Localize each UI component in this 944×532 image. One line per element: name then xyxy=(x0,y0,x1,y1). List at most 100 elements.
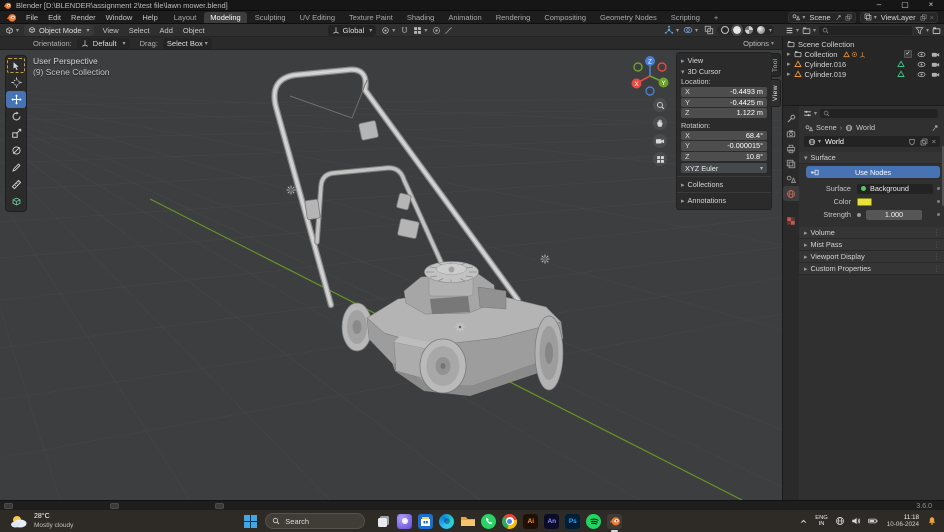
new-viewlayer-icon[interactable] xyxy=(920,14,927,21)
show-gizmo-icon[interactable] xyxy=(664,25,674,35)
pin-id-icon[interactable] xyxy=(931,124,939,132)
workspace-tab-sculpting[interactable]: Sculpting xyxy=(249,12,292,23)
render-visibility-icon[interactable] xyxy=(931,50,940,59)
sidebar-tab-tool[interactable]: Tool xyxy=(771,53,781,77)
strength-slider[interactable]: 1.000 xyxy=(866,209,922,220)
animate-dot-icon[interactable] xyxy=(937,187,940,190)
color-swatch[interactable] xyxy=(857,197,872,206)
pan-view-icon[interactable] xyxy=(653,116,667,130)
network-icon[interactable] xyxy=(835,516,845,526)
viewport-display-panel-header[interactable]: ▸ Viewport Display ⋮ xyxy=(799,251,944,263)
exclude-checkbox[interactable]: ✓ xyxy=(904,50,912,58)
menu-view[interactable]: View xyxy=(98,26,124,35)
annotate-tool[interactable] xyxy=(6,159,26,176)
hide-eye-icon[interactable] xyxy=(917,60,926,69)
proportional-editing-icon[interactable] xyxy=(432,26,441,35)
close-button[interactable]: × xyxy=(918,0,944,11)
viewlayer-selector[interactable]: ▾ ViewLayer × xyxy=(859,11,938,23)
outliner-display-mode-icon[interactable] xyxy=(802,26,811,35)
animate-dot-icon[interactable] xyxy=(937,200,940,203)
fake-user-shield-icon[interactable] xyxy=(908,138,916,146)
tab-render[interactable] xyxy=(783,126,799,141)
tab-tool[interactable] xyxy=(783,111,799,126)
cursor-location-z[interactable]: Z 1.122 m xyxy=(681,108,767,118)
start-button[interactable] xyxy=(244,514,258,528)
sidebar-tab-view[interactable]: View xyxy=(771,79,781,107)
cursor-location-x[interactable]: X -0.4493 m xyxy=(681,87,767,97)
surface-panel-header[interactable]: ▾ Surface xyxy=(799,152,944,164)
hide-eye-icon[interactable] xyxy=(917,70,926,79)
editor-type-icon[interactable] xyxy=(5,26,14,35)
workspace-tab-rendering[interactable]: Rendering xyxy=(490,12,537,23)
rotate-tool[interactable] xyxy=(6,108,26,125)
workspace-tab-animation[interactable]: Animation xyxy=(442,12,487,23)
rotation-mode-dropdown[interactable]: XYZ Euler ▾ xyxy=(681,163,767,173)
photoshop-icon[interactable]: Ps xyxy=(565,513,581,529)
options-dropdown[interactable]: Options ▾ xyxy=(743,39,774,48)
cursor-tool[interactable] xyxy=(6,74,26,91)
minimize-button[interactable]: – xyxy=(866,0,892,11)
cursor-rotation-x[interactable]: X 68.4° xyxy=(681,130,767,140)
workspace-tab-geometry-nodes[interactable]: Geometry Nodes xyxy=(594,12,663,23)
whatsapp-icon[interactable] xyxy=(481,513,497,529)
snap-magnet-icon[interactable] xyxy=(400,26,409,35)
menu-edit[interactable]: Edit xyxy=(43,13,66,22)
workspace-tab-compositing[interactable]: Compositing xyxy=(538,12,592,23)
expand-icon[interactable]: ▸ xyxy=(787,60,791,68)
show-overlays-icon[interactable] xyxy=(683,25,693,35)
menu-render[interactable]: Render xyxy=(66,13,101,22)
npanel-collections-section[interactable]: ▸ Collections xyxy=(681,179,767,190)
mist-pass-panel-header[interactable]: ▸ Mist Pass ⋮ xyxy=(799,239,944,251)
add-workspace-button[interactable]: + xyxy=(708,12,724,23)
falloff-curve-icon[interactable] xyxy=(444,26,453,35)
tray-expand-icon[interactable] xyxy=(799,517,808,526)
tab-texture[interactable] xyxy=(783,213,799,228)
npanel-3d-cursor-section[interactable]: ▾ 3D Cursor xyxy=(681,66,767,77)
npanel-annotations-section[interactable]: ▸ Annotations xyxy=(681,195,767,206)
orientation-dropdown[interactable]: Default ▾ xyxy=(76,37,130,49)
outliner-row-collection[interactable]: ▸ Collection ✓ xyxy=(783,49,944,59)
menu-window[interactable]: Window xyxy=(101,13,138,22)
tab-view-layer[interactable] xyxy=(783,156,799,171)
workspace-tab-uv-editing[interactable]: UV Editing xyxy=(294,12,341,23)
spotify-icon[interactable] xyxy=(586,513,602,529)
menu-file[interactable]: File xyxy=(21,13,43,22)
breadcrumb-scene[interactable]: Scene xyxy=(816,123,837,132)
workspace-tab-texture-paint[interactable]: Texture Paint xyxy=(343,12,399,23)
render-visibility-icon[interactable] xyxy=(931,60,940,69)
surface-shader-dropdown[interactable]: Background xyxy=(857,183,933,194)
volume-icon[interactable] xyxy=(851,516,861,526)
outliner-row-cylinder-016[interactable]: ▸ Cylinder.016 xyxy=(783,59,944,69)
volume-panel-header[interactable]: ▸ Volume ⋮ xyxy=(799,227,944,239)
breadcrumb-world[interactable]: World xyxy=(856,123,875,132)
illustrator-icon[interactable]: Ai xyxy=(523,513,539,529)
menu-add[interactable]: Add xyxy=(155,26,178,35)
cursor-location-y[interactable]: Y -0.4425 m xyxy=(681,97,767,107)
microsoft-store-icon[interactable] xyxy=(418,513,434,529)
outliner-row-scene-collection[interactable]: Scene Collection xyxy=(783,39,944,49)
transform-tool[interactable] xyxy=(6,142,26,159)
language-indicator[interactable]: ENG IN xyxy=(815,515,828,527)
render-visibility-icon[interactable] xyxy=(931,70,940,79)
animate-dot-icon[interactable] xyxy=(937,213,940,216)
transform-orientation-dropdown[interactable]: Global ▾ xyxy=(327,24,377,36)
file-explorer-icon[interactable] xyxy=(460,514,475,529)
new-scene-icon[interactable] xyxy=(845,14,852,21)
clock[interactable]: 11:18 10-06-2024 xyxy=(887,514,919,528)
pin-icon[interactable] xyxy=(835,14,842,21)
shading-solid-icon[interactable] xyxy=(730,24,743,36)
drag-dropdown[interactable]: Select Box ▾ xyxy=(162,37,212,49)
workspace-tab-layout[interactable]: Layout xyxy=(168,12,203,23)
outliner-filter-icon[interactable] xyxy=(915,26,924,35)
outliner-row-cylinder-019[interactable]: ▸ Cylinder.019 xyxy=(783,69,944,79)
snap-target-icon[interactable] xyxy=(413,26,422,35)
move-tool[interactable] xyxy=(6,91,26,108)
workspace-tab-scripting[interactable]: Scripting xyxy=(665,12,706,23)
shading-material-icon[interactable] xyxy=(744,26,753,34)
navigation-gizmo[interactable]: Z X Y xyxy=(628,52,672,98)
new-collection-icon[interactable] xyxy=(932,26,941,35)
edge-icon[interactable] xyxy=(439,513,455,529)
shading-wireframe-icon[interactable] xyxy=(720,26,729,34)
blender-menu-icon[interactable] xyxy=(6,12,17,23)
new-datablock-icon[interactable] xyxy=(920,138,928,146)
